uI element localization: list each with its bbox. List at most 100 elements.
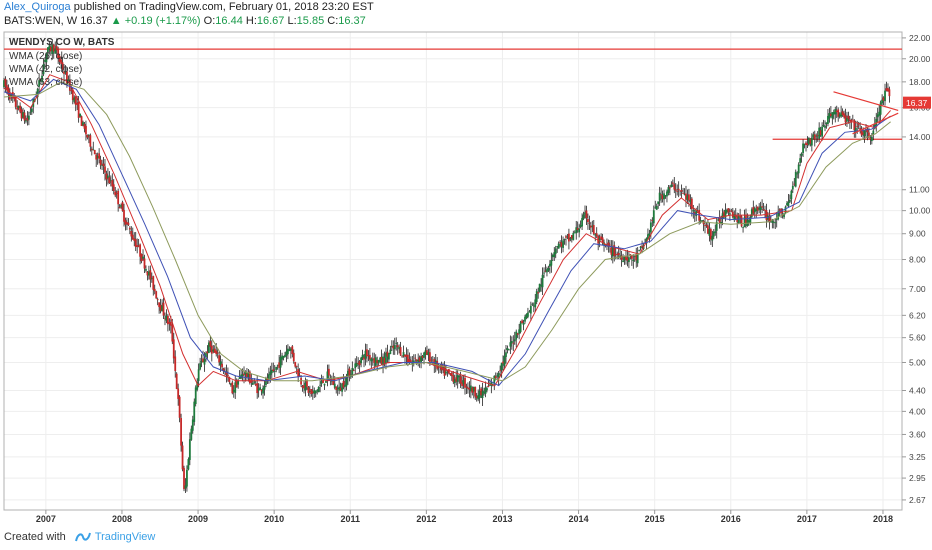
candle-body [847,115,850,120]
candle-body [102,163,105,167]
candle-body [155,291,158,299]
candle-body [351,367,354,376]
candle-body [674,189,677,191]
x-tick-label: 2011 [340,514,360,524]
candle-body [620,255,623,260]
candle-body [307,387,310,393]
candle-body [487,385,490,387]
candle-body [673,184,676,190]
candle-body [562,240,564,248]
y-tick-label: 3.60 [909,429,926,439]
candle-body [352,370,355,372]
candle-body [259,387,262,390]
candle-body [761,206,763,208]
candle-body [121,202,124,211]
y-tick-label: 18.00 [909,77,931,87]
candle-body [527,312,529,317]
candle-body [592,225,595,234]
moving-averages [3,74,891,387]
tradingview-brand[interactable]: TradingView [95,531,156,543]
candle-body [89,135,92,147]
candles [3,38,891,493]
time-axis: 2007 2008 2009 2010 2011 2012 2013 2014 2015 2016… [36,510,893,524]
candle-body [813,134,816,139]
y-tick-label: 2.67 [909,495,926,505]
candle-body [171,324,174,342]
candle-body [632,259,635,261]
candle-body [360,357,362,364]
candle-body [513,339,516,342]
candle-body [796,173,799,175]
y-tick-label: 6.20 [909,310,926,320]
close-value: 16.37 [338,15,366,27]
candle-body [728,213,731,215]
candle-body [879,102,882,115]
candle-body [538,283,541,292]
candle-body [714,231,717,233]
low-label: L: [287,15,297,27]
candle-body [682,193,684,194]
candle-body [430,359,433,361]
candle-body [870,136,873,142]
candle-body [508,349,510,351]
candle-body [617,253,620,256]
close-label: C: [327,15,339,27]
axis-separator [902,32,903,510]
candle-body [216,352,219,354]
candle-body [800,153,803,156]
price-chart[interactable]: 22.0020.0018.0016.0014.0011.0010.009.008… [0,28,932,528]
candle-body [295,365,298,367]
candle-body [292,352,295,362]
candle-body [428,352,431,363]
published-text: published on TradingView.com, February 0… [73,1,374,13]
candle-body [272,369,275,372]
price-tag-label: 16.37 [906,98,928,108]
candle-body [104,166,106,173]
wma42-line [3,78,891,387]
candle-body [275,366,278,370]
author-link[interactable]: Alex_Quiroga [4,1,71,13]
y-tick-label: 14.00 [909,132,931,142]
candle-body [658,192,661,201]
plot-frame [3,31,903,511]
candle-body [649,222,652,233]
candle-body [156,299,159,301]
candle-body [822,125,825,126]
candle-body [143,258,146,269]
candle-body [127,222,130,226]
x-tick-label: 2013 [492,514,512,524]
symbol-label: BATS:WEN, W [4,15,78,27]
candle-body [652,210,655,224]
indicator-wma42: WMA (42, close) [9,64,82,75]
candle-body [117,190,120,205]
y-tick-label: 5.60 [909,333,926,343]
candle-body [30,108,33,112]
candle-body [152,276,155,290]
candle-body [655,205,658,210]
candle-body [345,376,348,387]
candle-body [863,130,866,137]
candle-body [186,469,188,487]
candle-body [263,386,266,390]
candle-body [628,257,630,263]
candle-body [810,137,813,146]
candle-body [557,243,560,249]
candle-body [497,373,500,378]
candle-body [112,184,115,191]
candle-body [799,158,802,163]
candle-body [824,125,826,128]
candle-body [500,363,503,371]
candle-body [174,356,177,371]
candle-body [680,190,683,192]
candle-body [27,115,30,120]
candle-body [123,210,125,222]
candle-body [857,124,860,126]
candle-body [563,239,566,240]
y-tick-label: 3.25 [909,452,926,462]
chart-title: WENDYS CO W, BATS [9,37,115,48]
candle-body [677,188,680,191]
candle-body [194,387,197,405]
candle-body [671,182,674,184]
x-tick-label: 2015 [645,514,665,524]
candle-body [465,386,468,388]
